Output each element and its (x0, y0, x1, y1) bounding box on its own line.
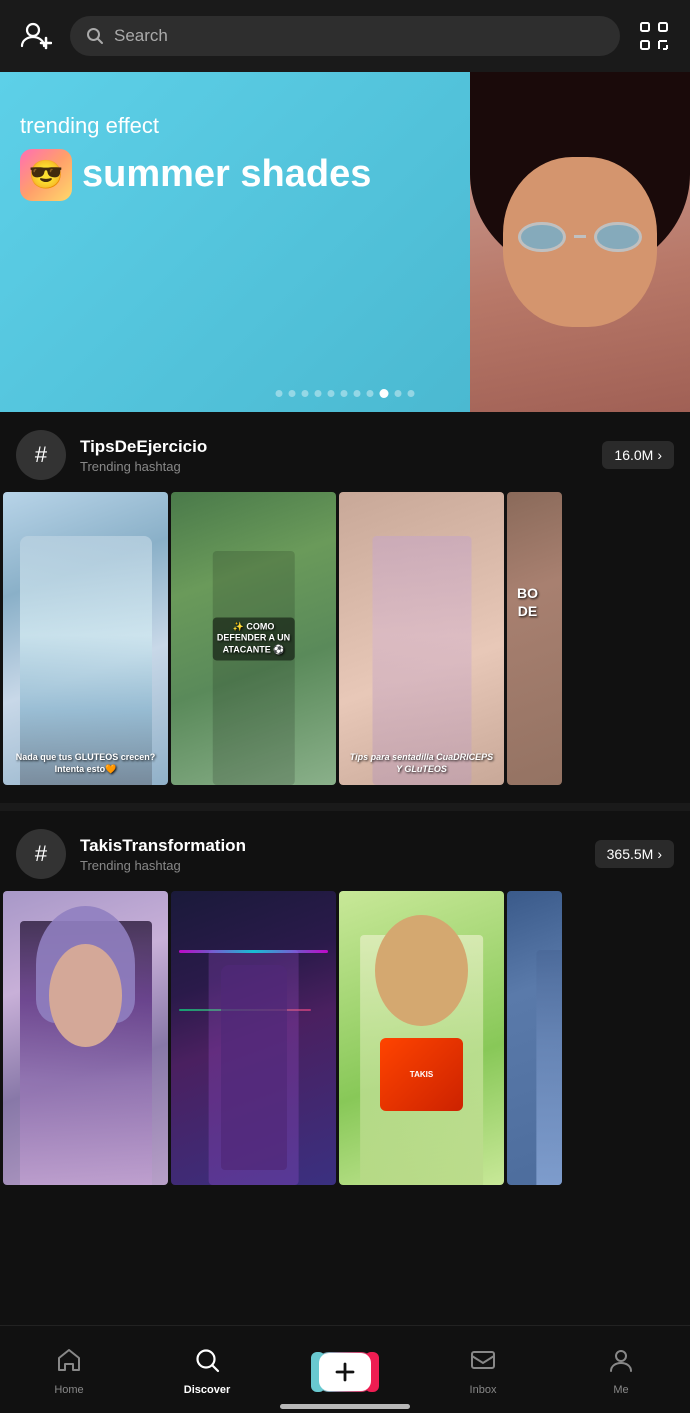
banner-person-image (470, 72, 690, 412)
dot-3 (302, 390, 309, 397)
dot-8 (367, 390, 374, 397)
glasses-bridge (574, 235, 587, 238)
nav-label-inbox: Inbox (470, 1384, 497, 1396)
hashtag-header-2: # TakisTransformation Trending hashtag 3… (0, 811, 690, 891)
header: Search (0, 0, 690, 72)
nav-label-home: Home (54, 1384, 83, 1396)
effect-name: summer shades (82, 153, 371, 196)
video-thumb-2-2[interactable] (171, 891, 336, 1184)
dot-5 (328, 390, 335, 397)
scroll-area: # TipsDeEjercicio Trending hashtag 16.0M… (0, 412, 690, 1303)
home-indicator (280, 1404, 410, 1409)
dot-2 (289, 390, 296, 397)
video-thumb-1-2[interactable]: ✨ COMO DEFENDER A UN ATACANTE ⚽ (171, 492, 336, 785)
inbox-icon (470, 1347, 496, 1380)
thumb-text-1-2: ✨ COMO DEFENDER A UN ATACANTE ⚽ (212, 617, 295, 660)
hashtag-name-2: TakisTransformation (80, 836, 581, 856)
video-thumb-2-1[interactable] (3, 891, 168, 1184)
dot-4 (315, 390, 322, 397)
video-thumb-1-4[interactable]: BODE (507, 492, 562, 785)
section-takistransformation: # TakisTransformation Trending hashtag 3… (0, 811, 690, 1202)
nav-add-button[interactable] (317, 1352, 373, 1392)
video-thumb-1-3[interactable]: Tips para sentadilla CuaDRICEPS Y GLuTEO… (339, 492, 504, 785)
dot-11 (408, 390, 415, 397)
bottom-nav: Home Discover Inbox (0, 1325, 690, 1413)
video-thumb-1-1[interactable]: Nada que tus GLUTEOS crecen? Intenta est… (3, 492, 168, 785)
banner-dots (276, 389, 415, 398)
thumb-text-1-1: Nada que tus GLUTEOS crecen? Intenta est… (7, 748, 164, 779)
dot-1 (276, 390, 283, 397)
nav-label-me: Me (613, 1384, 628, 1396)
nav-add-inner (319, 1353, 371, 1391)
nav-item-discover[interactable]: Discover (172, 1347, 242, 1396)
glasses-left (518, 222, 565, 253)
thumb-text-1-3: Tips para sentadilla CuaDRICEPS Y GLuTEO… (343, 748, 500, 779)
hashtag-info-1: TipsDeEjercicio Trending hashtag (80, 437, 588, 474)
dot-10 (395, 390, 402, 397)
banner-text: trending effect 😎 summer shades (20, 112, 371, 201)
hashtag-name-1: TipsDeEjercicio (80, 437, 588, 457)
dot-6 (341, 390, 348, 397)
search-bar[interactable]: Search (70, 16, 620, 56)
hashtag-sub-2: Trending hashtag (80, 858, 581, 873)
trending-label: trending effect (20, 112, 371, 141)
nav-item-inbox[interactable]: Inbox (448, 1347, 518, 1396)
hashtag-sub-1: Trending hashtag (80, 459, 588, 474)
section-divider (0, 803, 690, 811)
section-tipsdeejercicio: # TipsDeEjercicio Trending hashtag 16.0M… (0, 412, 690, 803)
search-input-placeholder: Search (114, 26, 168, 46)
dot-9-active (380, 389, 389, 398)
hashtag-count-1[interactable]: 16.0M › (602, 441, 674, 469)
banner[interactable]: trending effect 😎 summer shades (0, 72, 690, 412)
video-grid-2: TAKIS (0, 891, 690, 1184)
hashtag-icon-2: # (16, 829, 66, 879)
nav-label-discover: Discover (184, 1384, 230, 1396)
glasses-right (594, 222, 641, 253)
home-icon (56, 1347, 82, 1380)
dot-7 (354, 390, 361, 397)
nav-item-add[interactable] (310, 1352, 380, 1392)
effect-name-row: 😎 summer shades (20, 149, 371, 201)
me-icon (608, 1347, 634, 1380)
nav-item-home[interactable]: Home (34, 1347, 104, 1396)
nav-item-me[interactable]: Me (586, 1347, 656, 1396)
video-thumb-2-3[interactable]: TAKIS (339, 891, 504, 1184)
video-thumb-2-4[interactable] (507, 891, 562, 1184)
add-user-button[interactable] (14, 14, 58, 58)
video-grid-1: Nada que tus GLUTEOS crecen? Intenta est… (0, 492, 690, 785)
hashtag-count-2[interactable]: 365.5M › (595, 840, 674, 868)
effect-icon: 😎 (20, 149, 72, 201)
thumb-text-1-4: BODE (511, 580, 544, 624)
discover-icon (194, 1347, 220, 1380)
hashtag-info-2: TakisTransformation Trending hashtag (80, 836, 581, 873)
scan-button[interactable] (632, 14, 676, 58)
hashtag-header-1: # TipsDeEjercicio Trending hashtag 16.0M… (0, 412, 690, 492)
hashtag-icon-1: # (16, 430, 66, 480)
